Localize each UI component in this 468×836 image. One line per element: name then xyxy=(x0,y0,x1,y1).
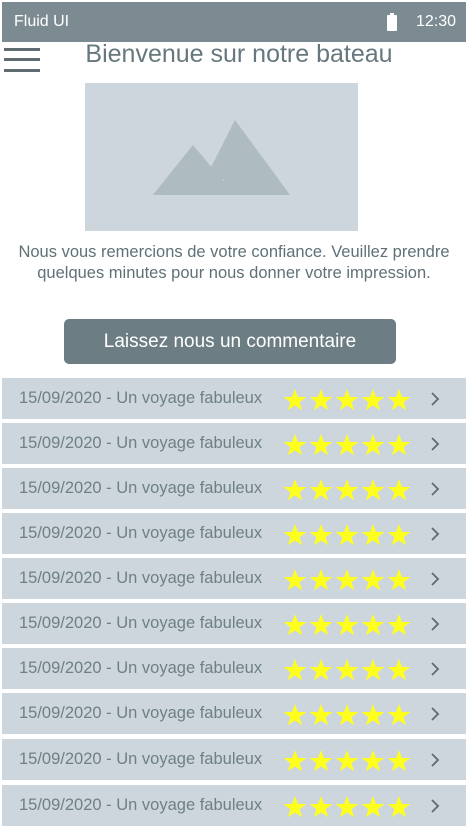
chevron-right-icon xyxy=(431,392,440,406)
star-rating xyxy=(283,434,411,456)
review-label: 15/09/2020 - Un voyage fabuleux xyxy=(19,796,263,814)
star-icon xyxy=(283,524,307,546)
star-icon xyxy=(361,569,385,591)
star-rating xyxy=(283,614,411,636)
chevron-right-icon xyxy=(431,707,440,721)
star-icon xyxy=(283,389,307,411)
star-icon xyxy=(309,704,333,726)
chevron-right-icon xyxy=(431,437,440,451)
review-list-item[interactable]: 15/09/2020 - Un voyage fabuleux xyxy=(2,785,466,826)
star-rating xyxy=(283,569,411,591)
star-icon xyxy=(387,479,411,501)
chevron-right-icon xyxy=(431,572,440,586)
star-icon xyxy=(361,750,385,772)
star-icon xyxy=(387,659,411,681)
page-title: Bienvenue sur notre bateau xyxy=(85,40,393,68)
review-label: 15/09/2020 - Un voyage fabuleux xyxy=(19,389,263,407)
review-list-item[interactable]: 15/09/2020 - Un voyage fabuleux xyxy=(2,423,466,464)
star-rating xyxy=(283,659,411,681)
review-list-item[interactable]: 15/09/2020 - Un voyage fabuleux xyxy=(2,513,466,554)
star-icon xyxy=(387,434,411,456)
review-label: 15/09/2020 - Un voyage fabuleux xyxy=(19,569,263,587)
chevron-right-icon xyxy=(431,799,440,813)
star-icon xyxy=(309,479,333,501)
star-icon xyxy=(335,569,359,591)
star-rating xyxy=(283,524,411,546)
review-label: 15/09/2020 - Un voyage fabuleux xyxy=(19,524,263,542)
star-rating xyxy=(283,704,411,726)
star-icon xyxy=(335,434,359,456)
star-rating xyxy=(283,750,411,772)
review-label: 15/09/2020 - Un voyage fabuleux xyxy=(19,434,263,452)
chevron-right-icon xyxy=(431,527,440,541)
star-icon xyxy=(361,614,385,636)
star-icon xyxy=(309,796,333,818)
review-label: 15/09/2020 - Un voyage fabuleux xyxy=(19,750,263,768)
star-icon xyxy=(335,796,359,818)
image-placeholder-icon xyxy=(85,83,358,231)
star-icon xyxy=(361,389,385,411)
star-icon xyxy=(387,704,411,726)
star-icon xyxy=(309,389,333,411)
intro-text: Nous vous remercions de votre confiance.… xyxy=(18,243,450,282)
star-icon xyxy=(387,524,411,546)
review-label: 15/09/2020 - Un voyage fabuleux xyxy=(19,659,263,677)
star-icon xyxy=(335,704,359,726)
star-icon xyxy=(309,569,333,591)
review-list-item[interactable]: 15/09/2020 - Un voyage fabuleux xyxy=(2,739,466,780)
star-icon xyxy=(361,479,385,501)
star-icon xyxy=(335,389,359,411)
star-icon xyxy=(361,704,385,726)
chevron-right-icon xyxy=(431,753,440,767)
star-icon xyxy=(309,434,333,456)
star-icon xyxy=(283,479,307,501)
star-icon xyxy=(335,524,359,546)
battery-icon xyxy=(387,13,397,31)
star-icon xyxy=(283,750,307,772)
star-icon xyxy=(283,434,307,456)
star-icon xyxy=(361,434,385,456)
star-icon xyxy=(335,659,359,681)
star-icon xyxy=(309,614,333,636)
chevron-right-icon xyxy=(431,482,440,496)
star-icon xyxy=(309,659,333,681)
star-icon xyxy=(335,614,359,636)
star-rating xyxy=(283,479,411,501)
star-icon xyxy=(283,796,307,818)
review-list-item[interactable]: 15/09/2020 - Un voyage fabuleux xyxy=(2,558,466,599)
star-icon xyxy=(361,796,385,818)
star-icon xyxy=(387,614,411,636)
star-icon xyxy=(335,750,359,772)
star-icon xyxy=(361,659,385,681)
status-app-name: Fluid UI xyxy=(14,13,70,30)
star-icon xyxy=(283,569,307,591)
star-icon xyxy=(387,796,411,818)
star-icon xyxy=(387,569,411,591)
status-time: 12:30 xyxy=(416,13,457,30)
star-icon xyxy=(283,659,307,681)
review-list-item[interactable]: 15/09/2020 - Un voyage fabuleux xyxy=(2,603,466,644)
star-icon xyxy=(309,750,333,772)
review-label: 15/09/2020 - Un voyage fabuleux xyxy=(19,704,263,722)
chevron-right-icon xyxy=(431,617,440,631)
hamburger-menu-icon[interactable] xyxy=(4,44,40,74)
star-rating xyxy=(283,389,411,411)
star-icon xyxy=(309,524,333,546)
review-list-item[interactable]: 15/09/2020 - Un voyage fabuleux xyxy=(2,468,466,509)
star-icon xyxy=(387,750,411,772)
leave-comment-button[interactable]: Laissez nous un commentaire xyxy=(64,319,396,364)
star-icon xyxy=(387,389,411,411)
review-list-item[interactable]: 15/09/2020 - Un voyage fabuleux xyxy=(2,378,466,419)
status-bar: Fluid UI 12:30 xyxy=(2,2,466,42)
review-list-item[interactable]: 15/09/2020 - Un voyage fabuleux xyxy=(2,693,466,734)
star-icon xyxy=(335,479,359,501)
star-icon xyxy=(283,614,307,636)
star-rating xyxy=(283,796,411,818)
chevron-right-icon xyxy=(431,662,440,676)
review-label: 15/09/2020 - Un voyage fabuleux xyxy=(19,614,263,632)
star-icon xyxy=(361,524,385,546)
review-label: 15/09/2020 - Un voyage fabuleux xyxy=(19,479,263,497)
star-icon xyxy=(283,704,307,726)
review-list-item[interactable]: 15/09/2020 - Un voyage fabuleux xyxy=(2,648,466,689)
